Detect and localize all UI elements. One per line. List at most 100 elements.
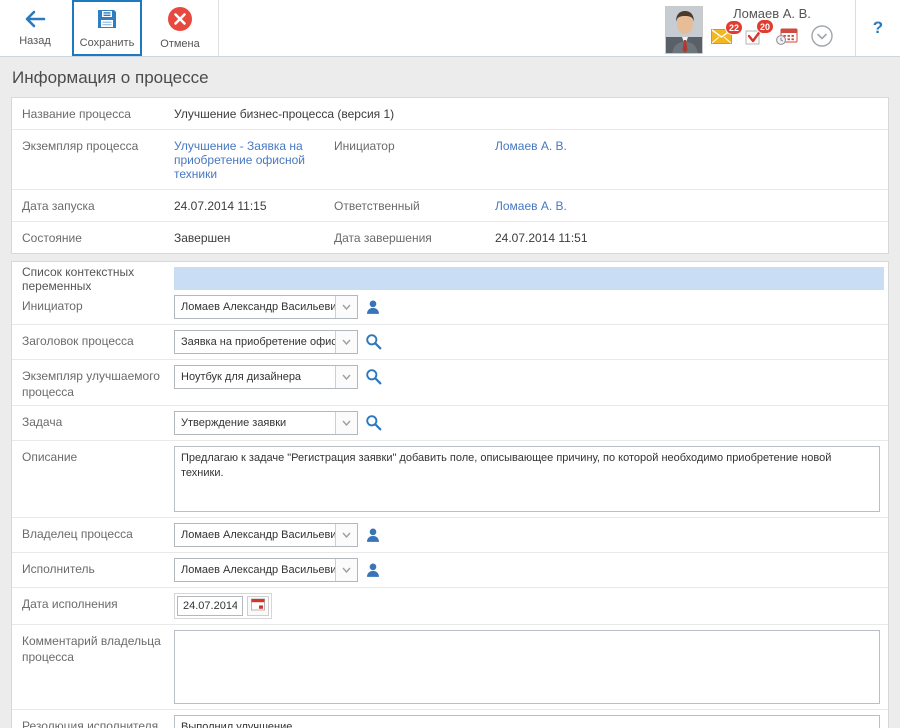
improved-instance-select[interactable]: Ноутбук для дизайнера (174, 365, 358, 389)
search-icon[interactable] (365, 414, 382, 431)
field-label: Владелец процесса (12, 523, 174, 543)
field-row-resolution: Резолюция исполнителя Выполнил улучшение… (12, 710, 888, 728)
field-label: Описание (12, 446, 174, 466)
toolbar-divider (218, 0, 219, 56)
field-row-owner: Владелец процесса Ломаев Александр Васил… (12, 518, 888, 553)
mail-notifications-button[interactable]: 22 (711, 29, 732, 47)
tasks-badge: 20 (756, 19, 774, 34)
info-value: 24.07.2014 11:15 (174, 199, 334, 213)
info-label: Ответственный (334, 199, 495, 213)
owner-comment-textarea[interactable] (174, 630, 880, 704)
info-value: Завершен (174, 231, 334, 245)
field-row-improved-instance: Экземпляр улучшаемого процесса Ноутбук д… (12, 360, 888, 406)
back-button-label: Назад (19, 35, 51, 47)
task-select[interactable]: Утверждение заявки (174, 411, 358, 435)
process-instance-link[interactable]: Улучшение - Заявка на приобретение офисн… (174, 139, 305, 181)
info-label: Инициатор (334, 139, 495, 153)
person-picker-icon[interactable] (365, 561, 381, 578)
field-label: Заголовок процесса (12, 330, 174, 350)
process-info-panel: Название процесса Улучшение бизнес-проце… (11, 97, 889, 254)
field-label: Исполнитель (12, 558, 174, 578)
info-label: Состояние (12, 231, 174, 245)
info-label: Название процесса (12, 107, 174, 121)
improved-instance-select-value: Ноутбук для дизайнера (175, 366, 335, 388)
save-button[interactable]: Сохранить (72, 0, 142, 56)
search-icon[interactable] (365, 333, 382, 350)
field-row-description: Описание Предлагаю к задаче "Регистрация… (12, 441, 888, 518)
calendar-events-button[interactable] (776, 28, 798, 48)
back-arrow-icon (23, 9, 47, 32)
chevron-down-icon[interactable] (335, 412, 357, 434)
floppy-disk-icon (95, 7, 119, 34)
page-title: Информация о процессе (0, 57, 900, 97)
info-label: Экземпляр процесса (12, 139, 174, 153)
info-row-state: Состояние Завершен Дата завершения 24.07… (12, 221, 888, 253)
context-variables-panel: Список контекстных переменных Инициатор … (11, 261, 889, 728)
person-picker-icon[interactable] (365, 526, 381, 543)
info-value: Улучшение бизнес-процесса (версия 1) (174, 107, 888, 121)
cancel-button[interactable]: Отмена (148, 0, 212, 56)
field-label: Экземпляр улучшаемого процесса (12, 365, 174, 400)
field-label: Комментарий владельца процесса (12, 630, 174, 665)
help-button[interactable]: ? (856, 18, 900, 38)
info-value: 24.07.2014 11:51 (495, 231, 888, 245)
executor-select[interactable]: Ломаев Александр Васильевич (Админ (174, 558, 358, 582)
toolbar: Назад Сохранить Отмена (0, 0, 900, 57)
person-picker-icon[interactable] (365, 298, 381, 315)
initiator-select-value: Ломаев Александр Васильевич (Админ (175, 296, 335, 318)
field-row-initiator: Инициатор Ломаев Александр Васильевич (А… (12, 290, 888, 325)
section-title: Список контекстных переменных (12, 265, 174, 293)
info-label: Дата завершения (334, 231, 495, 245)
owner-select-value: Ломаев Александр Васильевич (Админ (175, 524, 335, 546)
task-select-value: Утверждение заявки (175, 412, 335, 434)
date-picker-button[interactable] (247, 596, 269, 616)
info-label: Дата запуска (12, 199, 174, 213)
chevron-down-icon[interactable] (335, 524, 357, 546)
user-menu-chevron-button[interactable] (811, 25, 833, 50)
process-title-select[interactable]: Заявка на приобретение офисной техн (174, 330, 358, 354)
search-icon[interactable] (365, 368, 382, 385)
user-name: Ломаев А. В. (733, 6, 811, 21)
mail-badge: 22 (725, 20, 743, 35)
chevron-down-icon[interactable] (335, 331, 357, 353)
info-row-process-name: Название процесса Улучшение бизнес-проце… (12, 98, 888, 129)
field-label: Инициатор (12, 295, 174, 315)
notification-row: 22 20 (711, 25, 833, 50)
calendar-clock-icon (776, 28, 798, 48)
initiator-link[interactable]: Ломаев А. В. (495, 139, 567, 153)
field-label: Дата исполнения (12, 593, 174, 613)
chevron-down-icon[interactable] (335, 559, 357, 581)
field-label: Резолюция исполнителя (12, 715, 174, 728)
user-block: Ломаев А. В. 22 (711, 6, 833, 50)
field-row-task: Задача Утверждение заявки (12, 406, 888, 441)
responsible-link[interactable]: Ломаев А. В. (495, 199, 567, 213)
toolbar-user-area: Ломаев А. В. 22 (665, 0, 900, 56)
user-avatar[interactable] (665, 6, 703, 54)
field-row-execution-date: Дата исполнения (12, 588, 888, 625)
calendar-icon (251, 598, 265, 614)
initiator-select[interactable]: Ломаев Александр Васильевич (Админ (174, 295, 358, 319)
chevron-down-circle-icon (811, 25, 833, 50)
info-row-start-date: Дата запуска 24.07.2014 11:15 Ответствен… (12, 189, 888, 221)
back-button[interactable]: Назад (4, 0, 66, 56)
execution-date-input[interactable] (177, 596, 243, 616)
owner-select[interactable]: Ломаев Александр Васильевич (Админ (174, 523, 358, 547)
cancel-button-label: Отмена (160, 38, 199, 50)
field-row-owner-comment: Комментарий владельца процесса (12, 625, 888, 710)
section-header: Список контекстных переменных (12, 262, 888, 290)
cancel-circle-x-icon (167, 6, 193, 35)
chevron-down-icon[interactable] (335, 296, 357, 318)
field-row-process-title: Заголовок процесса Заявка на приобретени… (12, 325, 888, 360)
chevron-down-icon[interactable] (335, 366, 357, 388)
field-label: Задача (12, 411, 174, 431)
description-textarea[interactable]: Предлагаю к задаче "Регистрация заявки" … (174, 446, 880, 512)
tasks-notifications-button[interactable]: 20 (745, 28, 763, 48)
field-row-executor: Исполнитель Ломаев Александр Васильевич … (12, 553, 888, 588)
info-row-process-instance: Экземпляр процесса Улучшение - Заявка на… (12, 129, 888, 189)
save-button-label: Сохранить (80, 37, 135, 49)
execution-date-group (174, 593, 272, 619)
process-title-select-value: Заявка на приобретение офисной техн (175, 331, 335, 353)
section-header-strip (174, 267, 884, 290)
executor-select-value: Ломаев Александр Васильевич (Админ (175, 559, 335, 581)
resolution-textarea[interactable]: Выполнил улучшение. (174, 715, 880, 728)
